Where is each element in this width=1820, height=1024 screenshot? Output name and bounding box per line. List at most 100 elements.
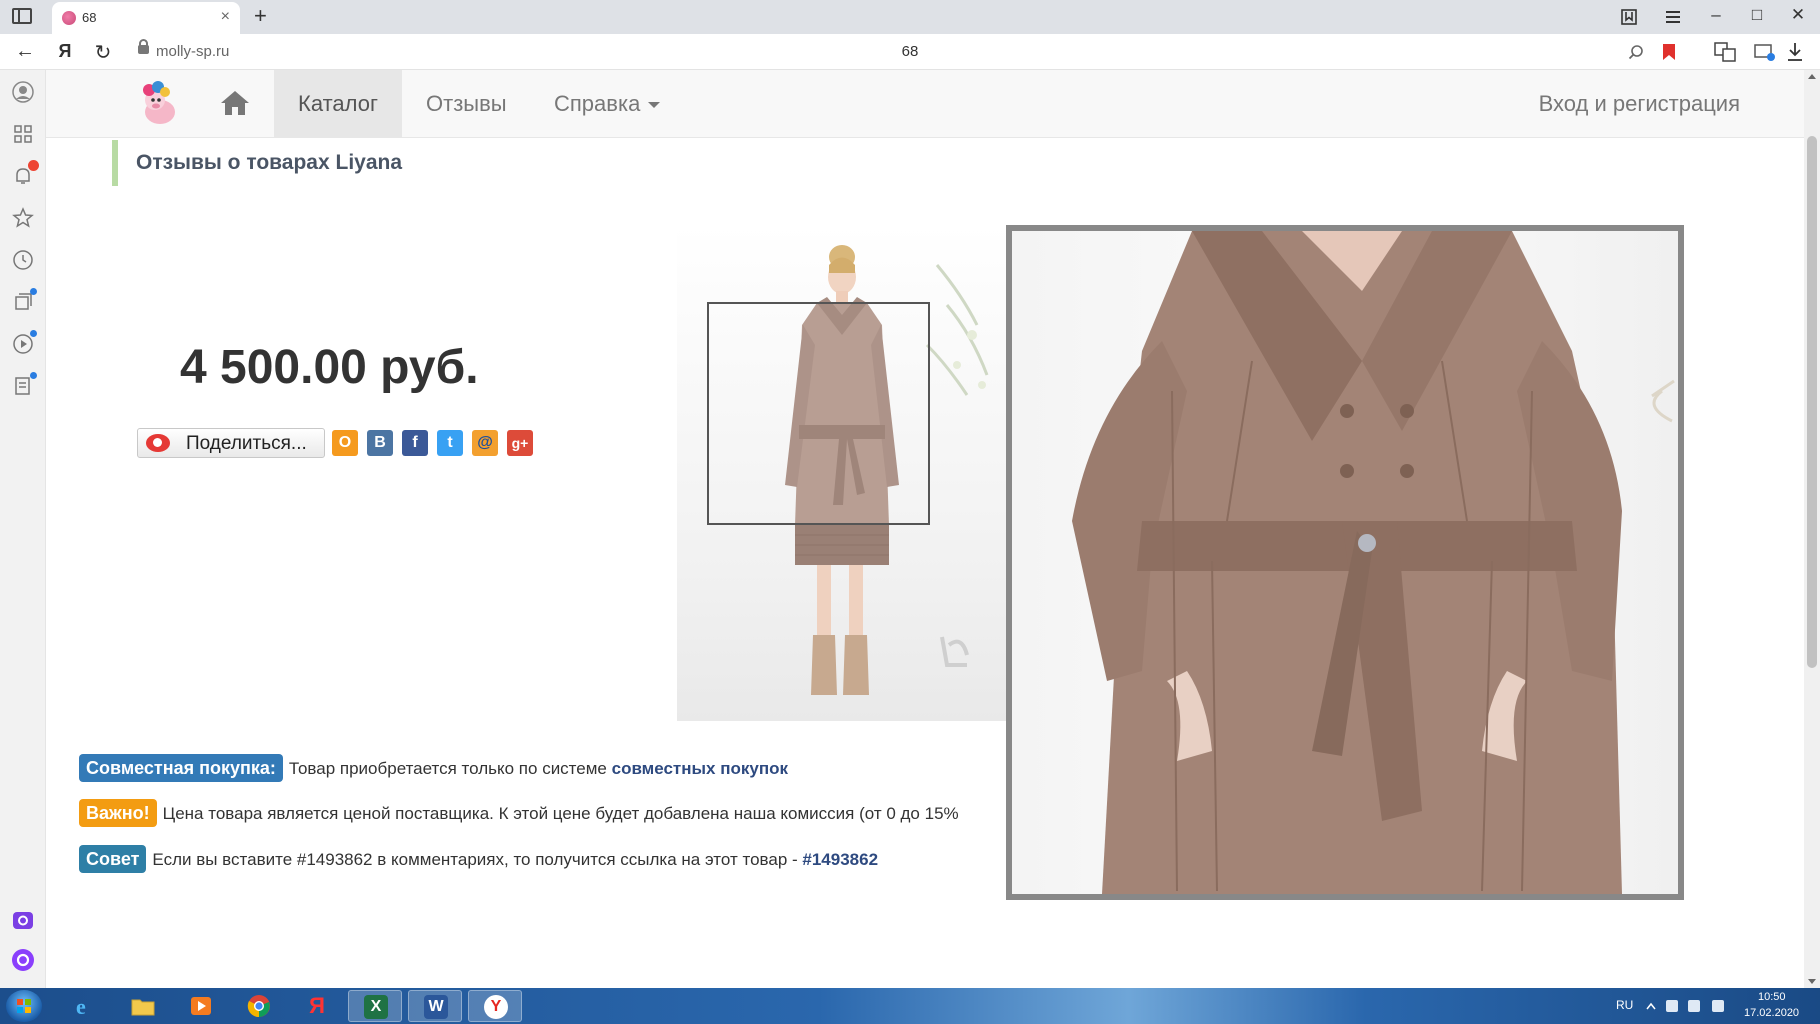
home-icon[interactable]: [220, 90, 250, 116]
back-button[interactable]: ←: [12, 40, 38, 63]
taskbar-media-player[interactable]: [174, 990, 228, 1022]
taskbar-word[interactable]: W: [408, 990, 462, 1022]
nav-catalog[interactable]: Каталог: [274, 70, 402, 138]
zen-feed-icon[interactable]: [11, 372, 37, 398]
downloads-icon[interactable]: [1786, 42, 1804, 62]
new-tab-button[interactable]: +: [254, 3, 267, 29]
minimize-button[interactable]: –: [1704, 5, 1728, 25]
odnoklassniki-icon[interactable]: О: [332, 430, 358, 456]
language-indicator[interactable]: RU: [1616, 998, 1633, 1012]
joint-purchase-link[interactable]: совместных покупок: [612, 759, 788, 778]
twitter-icon[interactable]: t: [437, 430, 463, 456]
excel-icon: X: [364, 995, 388, 1019]
zoomed-coat-photo: [1072, 231, 1675, 894]
taskbar-yandex[interactable]: Я: [290, 990, 344, 1022]
favorites-star-icon[interactable]: [11, 206, 35, 230]
important-badge: Важно!: [79, 799, 157, 827]
site-navbar: Каталог Отзывы Справка Вход и регистраци…: [46, 70, 1804, 138]
page-title-in-address: 68: [901, 43, 919, 60]
share-button-label: Поделиться...: [186, 433, 307, 454]
video-play-icon[interactable]: [11, 330, 37, 356]
login-register-link[interactable]: Вход и регистрация: [1539, 70, 1740, 138]
action-center-flag-icon[interactable]: [1666, 1000, 1678, 1012]
share-megaphone-icon: [146, 434, 170, 452]
apps-grid-icon[interactable]: [11, 122, 35, 146]
page-scrollbar[interactable]: [1804, 70, 1820, 988]
maximize-button[interactable]: □: [1745, 5, 1769, 25]
url-field[interactable]: molly-sp.ru 68: [130, 39, 1690, 65]
share-button[interactable]: Поделиться...: [137, 428, 325, 458]
zoom-lens[interactable]: [707, 302, 930, 525]
joint-purchase-badge: Совместная покупка:: [79, 754, 283, 782]
joint-purchase-row: Совместная покупка: Товар приобретается т…: [79, 754, 788, 784]
mail-ru-icon[interactable]: @: [472, 430, 498, 456]
video-dot: [30, 330, 37, 337]
sidebar-toggle-icon[interactable]: [12, 8, 32, 24]
word-icon: W: [424, 995, 448, 1019]
media-player-icon: [191, 997, 211, 1015]
chevron-down-icon: [648, 102, 661, 109]
yandex-home-button[interactable]: Я: [52, 41, 78, 62]
taskbar-ie[interactable]: e: [58, 990, 112, 1022]
nav-reviews[interactable]: Отзывы: [402, 70, 531, 138]
important-row: Важно! Цена товара является ценой поставщ…: [79, 799, 959, 829]
scroll-down-arrow-icon[interactable]: [1808, 979, 1816, 984]
browser-tab[interactable]: 68 ×: [52, 2, 240, 34]
nav-help-dropdown[interactable]: Справка: [530, 70, 684, 138]
scroll-thumb[interactable]: [1807, 136, 1817, 668]
product-id-link[interactable]: #1493862: [802, 850, 878, 869]
bookmark-icon[interactable]: [1662, 43, 1676, 61]
tab-title: 68: [82, 10, 97, 25]
address-bar: ← Я ↻ molly-sp.ru 68: [0, 34, 1820, 70]
collections-icon[interactable]: [11, 288, 37, 314]
site-search-icon[interactable]: [1628, 44, 1644, 60]
browser-sidebar: [0, 70, 46, 988]
bookmarks-panel-icon[interactable]: [1620, 8, 1638, 26]
site-logo[interactable]: [134, 78, 186, 130]
facebook-icon[interactable]: f: [402, 430, 428, 456]
feed-dot: [30, 372, 37, 379]
browser-tab-bar: 68 × + – □ ✕: [0, 0, 1820, 34]
tray-expand-icon[interactable]: [1646, 1002, 1656, 1010]
yandex-icon: Я: [309, 993, 325, 1018]
tab-close-icon[interactable]: ×: [221, 8, 230, 26]
taskbar-yandex-browser[interactable]: Y: [468, 990, 522, 1022]
alice-assistant-icon[interactable]: [11, 948, 35, 972]
profile-icon[interactable]: [11, 80, 35, 104]
windows-taskbar: e Я X W Y RU 10:50 17.02.2020: [0, 988, 1820, 1024]
site-favicon-icon: [62, 11, 76, 25]
menu-icon[interactable]: [1664, 8, 1682, 26]
reviews-header[interactable]: Отзывы о товарах Liyana: [112, 140, 402, 186]
tip-row: Совет Если вы вставите #1493862 в коммент…: [79, 845, 878, 875]
taskbar-excel[interactable]: X: [348, 990, 402, 1022]
taskbar-chrome[interactable]: [232, 990, 286, 1022]
folder-icon: [131, 999, 155, 1016]
network-icon[interactable]: [1688, 1000, 1700, 1012]
reload-button[interactable]: ↻: [90, 40, 116, 65]
notifications-icon[interactable]: [11, 160, 39, 188]
extension-icon[interactable]: [1754, 42, 1776, 62]
chrome-icon: [247, 995, 270, 1018]
google-plus-icon[interactable]: g+: [507, 430, 533, 456]
volume-icon[interactable]: [1712, 1000, 1724, 1012]
close-window-button[interactable]: ✕: [1786, 5, 1810, 25]
windows-logo-icon: [17, 999, 31, 1013]
tip-text: Если вы вставите #1493862 в комментариях…: [152, 850, 803, 869]
scroll-up-arrow-icon[interactable]: [1808, 74, 1816, 79]
product-price: 4 500.00 руб.: [180, 341, 479, 394]
nav-help-label: Справка: [554, 91, 641, 116]
clock-date[interactable]: 17.02.2020: [1744, 1007, 1799, 1019]
vkontakte-icon[interactable]: В: [367, 430, 393, 456]
start-button[interactable]: [6, 990, 42, 1022]
collections-dot: [30, 288, 37, 295]
joint-purchase-text: Товар приобретается только по системе: [288, 759, 612, 778]
taskbar-explorer[interactable]: [116, 990, 170, 1022]
history-clock-icon[interactable]: [11, 248, 35, 272]
translate-icon[interactable]: [1714, 42, 1736, 62]
svg-text:e: e: [76, 994, 86, 1018]
tip-badge: Совет: [79, 845, 147, 873]
notification-badge: [28, 160, 39, 171]
internet-explorer-icon: e: [76, 994, 86, 1018]
clock-time[interactable]: 10:50: [1758, 991, 1786, 1003]
messenger-icon[interactable]: [11, 908, 35, 932]
